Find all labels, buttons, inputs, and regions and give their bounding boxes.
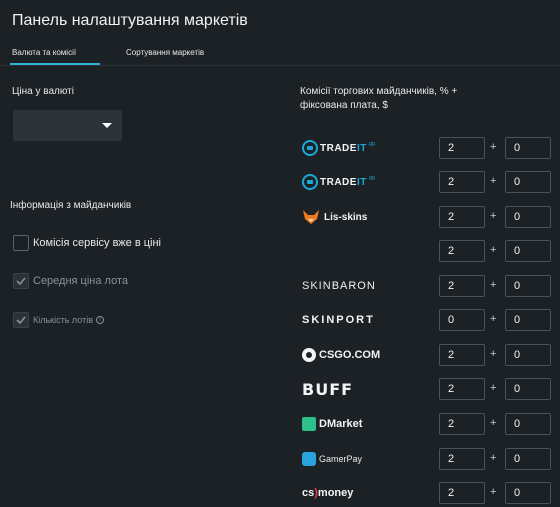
- plus-sign: +: [490, 175, 497, 187]
- fixed-fee-input[interactable]: 0: [505, 171, 551, 193]
- plus-sign: +: [490, 452, 497, 464]
- checkbox-row-fee-included[interactable]: Комісія сервісу вже в ціні: [13, 235, 161, 251]
- buff-logo-icon: BUFF: [302, 379, 354, 399]
- percent-input[interactable]: 2: [439, 413, 485, 435]
- plus-sign: +: [490, 348, 497, 360]
- percent-input[interactable]: 2: [439, 171, 485, 193]
- currency-label: Ціна у валюті: [12, 86, 74, 97]
- market-row-gamerpay: GamerPay 2 + 0: [300, 448, 560, 470]
- market-row-skinbaron: SKIN BARON 2 + 0: [300, 275, 560, 297]
- fixed-fee-input[interactable]: 0: [505, 413, 551, 435]
- fixed-fee-input[interactable]: 0: [505, 378, 551, 400]
- percent-input[interactable]: 2: [439, 482, 485, 504]
- csmoney-logo-icon: cs) money: [302, 487, 354, 499]
- market-row-tradeit-2: TRADEIT .gg 2 + 0: [300, 171, 560, 193]
- tab-bar: Валюта та комісії Сортування маркетів: [0, 42, 560, 66]
- checkbox-label: Комісія сервісу вже в ціні: [33, 237, 161, 249]
- fixed-fee-input[interactable]: 0: [505, 344, 551, 366]
- csgo-com-logo-icon: CSGO.COM: [302, 344, 380, 366]
- percent-input[interactable]: 2: [439, 344, 485, 366]
- market-row-unnamed: 2 + 0: [300, 240, 560, 262]
- dmarket-logo-icon: DMarket: [302, 413, 362, 435]
- gamerpay-logo-icon: GamerPay: [302, 448, 362, 470]
- tab-market-sorting[interactable]: Сортування маркетів: [126, 48, 204, 57]
- fixed-fee-input[interactable]: 0: [505, 448, 551, 470]
- fees-header: Комісії торгових майданчиків, % + фіксов…: [300, 86, 458, 111]
- market-row-csmoney: cs) money 2 + 0: [300, 482, 560, 504]
- fixed-fee-input[interactable]: 0: [505, 482, 551, 504]
- fixed-fee-input[interactable]: 0: [505, 137, 551, 159]
- tab-currency-fees[interactable]: Валюта та комісії: [12, 48, 76, 57]
- plus-sign: +: [490, 244, 497, 256]
- market-row-csgo-com: CSGO.COM 2 + 0: [300, 344, 560, 366]
- fixed-fee-input[interactable]: 0: [505, 309, 551, 331]
- plus-sign: +: [490, 486, 497, 498]
- percent-input[interactable]: 2: [439, 240, 485, 262]
- market-row-dmarket: DMarket 2 + 0: [300, 413, 560, 435]
- checkmark-icon: [16, 316, 26, 324]
- currency-select[interactable]: [13, 110, 122, 141]
- checkbox-avg-price: [13, 273, 29, 289]
- checkbox-label: Кількість лотів: [33, 315, 93, 325]
- market-row-skinport: SKINPORT 0 + 0: [300, 309, 560, 331]
- plus-sign: +: [490, 382, 497, 394]
- plus-sign: +: [490, 417, 497, 429]
- plus-sign: +: [490, 313, 497, 325]
- percent-input[interactable]: 2: [439, 206, 485, 228]
- chevron-down-icon: [102, 123, 112, 128]
- checkmark-icon: [16, 277, 26, 285]
- checkbox-label: Середня ціна лота: [33, 275, 129, 287]
- fixed-fee-input[interactable]: 0: [505, 275, 551, 297]
- plus-sign: +: [490, 279, 497, 291]
- plus-sign: +: [490, 210, 497, 222]
- plus-sign: +: [490, 141, 497, 153]
- fixed-fee-input[interactable]: 0: [505, 240, 551, 262]
- skinport-logo-icon: SKINPORT: [302, 314, 375, 326]
- fixed-fee-input[interactable]: 0: [505, 206, 551, 228]
- market-row-lis-skins: Lis-skins 2 + 0: [300, 206, 560, 228]
- checkbox-row-avg-price: Середня ціна лота: [13, 273, 128, 289]
- page-title: Панель налаштування маркетів: [12, 12, 248, 29]
- info-section-title: Інформація з майданчиків: [10, 200, 132, 211]
- lis-skins-logo-icon: Lis-skins: [302, 206, 367, 228]
- active-tab-indicator: [10, 63, 100, 65]
- tradeit-logo-icon: TRADEIT .gg: [302, 171, 375, 193]
- percent-input[interactable]: 2: [439, 378, 485, 400]
- market-row-buff: BUFF 2 + 0: [300, 378, 560, 400]
- info-icon[interactable]: i: [96, 316, 104, 324]
- checkbox-row-lot-count: Кількість лотів i: [13, 312, 104, 328]
- tradeit-logo-icon: TRADEIT .gg: [302, 137, 375, 159]
- checkbox-lot-count: [13, 312, 29, 328]
- percent-input[interactable]: 2: [439, 137, 485, 159]
- market-row-tradeit-1: TRADEIT .gg 2 + 0: [300, 137, 560, 159]
- percent-input[interactable]: 2: [439, 448, 485, 470]
- skinbaron-logo-icon: SKIN BARON: [302, 280, 376, 292]
- percent-input[interactable]: 2: [439, 275, 485, 297]
- percent-input[interactable]: 0: [439, 309, 485, 331]
- checkbox-fee-included[interactable]: [13, 235, 29, 251]
